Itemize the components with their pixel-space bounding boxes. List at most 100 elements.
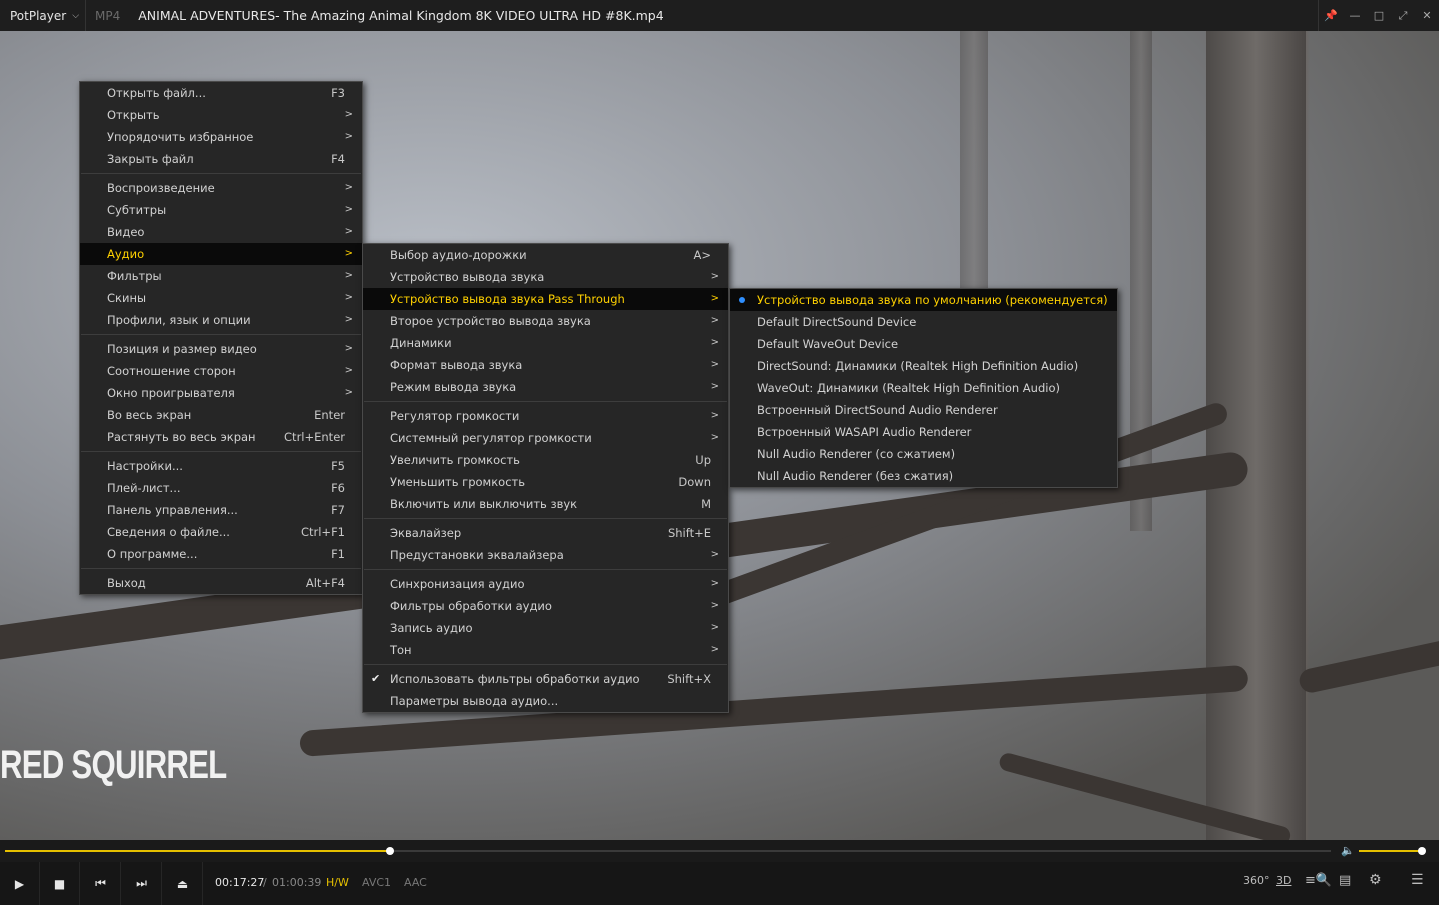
device-menu-item[interactable]: Встроенный DirectSound Audio Renderer [730, 399, 1117, 421]
shortcut-label: F4 [331, 152, 345, 166]
menu-item-label: Запись аудио [390, 621, 473, 635]
playlist-icon[interactable]: ▤ [1339, 873, 1351, 888]
menu-item[interactable]: Устройство вывода звука > [363, 266, 728, 288]
menu-item-label: Субтитры [107, 203, 167, 217]
stop-button[interactable]: ■ [40, 862, 80, 905]
audio-codec-tag[interactable]: AAC [404, 876, 427, 889]
menu-item[interactable]: Тон > [363, 639, 728, 661]
menu-item[interactable]: Во весь экран Enter [80, 404, 362, 426]
submenu-arrow-icon: > [344, 248, 353, 259]
submenu-arrow-icon: > [710, 293, 719, 304]
menu-item[interactable]: Открыть > [80, 104, 362, 126]
menu-item[interactable]: Включить или выключить звук M [363, 493, 728, 515]
menu-item[interactable]: Предустановки эквалайзера > [363, 544, 728, 566]
volume-handle[interactable] [1417, 847, 1426, 855]
menu-item[interactable]: ✔ Использовать фильтры обработки аудио Shi… [363, 668, 728, 690]
menu-item[interactable]: Режим вывода звука > [363, 376, 728, 398]
menu-item[interactable]: Уменьшить громкость Down [363, 471, 728, 493]
pin-icon[interactable]: 📌 [1319, 0, 1343, 31]
device-menu-item[interactable]: Default WaveOut Device [730, 333, 1117, 355]
3d-icon[interactable]: 3D [1276, 874, 1291, 887]
menu-item[interactable]: Позиция и размер видео > [80, 338, 362, 360]
volume-level [1359, 850, 1422, 852]
menu-item[interactable]: Фильтры обработки аудио > [363, 595, 728, 617]
search-icon[interactable]: ≡🔍 [1305, 873, 1332, 888]
volume-slider[interactable] [1359, 847, 1426, 855]
menu-item[interactable]: Открыть файл... F3 [80, 82, 362, 104]
minimize-icon[interactable]: — [1343, 0, 1367, 31]
hw-decoding-tag[interactable]: H/W [326, 876, 349, 889]
menu-item-label: DirectSound: Динамики (Realtek High Defi… [757, 359, 1079, 373]
previous-icon: ⏮ [95, 876, 106, 890]
menu-item-label: Динамики [390, 336, 452, 350]
device-menu-item[interactable]: Устройство вывода звука по умолчанию (ре… [730, 289, 1117, 311]
menu-item-label: Панель управления... [107, 503, 238, 517]
menu-item[interactable]: Соотношение сторон > [80, 360, 362, 382]
menu-item[interactable]: Закрыть файл F4 [80, 148, 362, 170]
device-menu-item[interactable]: WaveOut: Динамики (Realtek High Definiti… [730, 377, 1117, 399]
submenu-arrow-icon: > [710, 600, 719, 611]
next-button[interactable]: ⏭ [122, 862, 162, 905]
menu-item-label: Использовать фильтры обработки аудио [390, 672, 640, 686]
menu-item[interactable]: Сведения о файле... Ctrl+F1 [80, 521, 362, 543]
device-menu-item[interactable]: Встроенный WASAPI Audio Renderer [730, 421, 1117, 443]
eject-button[interactable]: ⏏ [163, 862, 203, 905]
submenu-arrow-icon: > [344, 131, 353, 142]
menu-item-label: Выбор аудио-дорожки [390, 248, 527, 262]
menu-item[interactable]: Второе устройство вывода звука > [363, 310, 728, 332]
menu-item[interactable]: Аудио > [80, 243, 362, 265]
menu-item[interactable]: Системный регулятор громкости > [363, 427, 728, 449]
menu-item[interactable]: Параметры вывода аудио... [363, 690, 728, 712]
menu-item[interactable]: Устройство вывода звука Pass Through > [363, 288, 728, 310]
menu-item[interactable]: Плей-лист... F6 [80, 477, 362, 499]
menu-item[interactable]: Эквалайзер Shift+E [363, 522, 728, 544]
vr-360-icon[interactable]: 360° [1243, 874, 1270, 887]
menu-item-label: Null Audio Renderer (со сжатием) [757, 447, 956, 461]
video-codec-tag[interactable]: AVC1 [362, 876, 391, 889]
menu-item[interactable]: Скины > [80, 287, 362, 309]
device-menu-item[interactable]: Null Audio Renderer (без сжатия) [730, 465, 1117, 487]
fullscreen-icon[interactable]: ⤢ [1391, 0, 1415, 31]
menu-item-label: Устройство вывода звука [390, 270, 545, 284]
close-icon[interactable]: ✕ [1415, 0, 1439, 31]
device-menu-item[interactable]: Default DirectSound Device [730, 311, 1117, 333]
menu-item[interactable]: Воспроизведение > [80, 177, 362, 199]
device-menu-item[interactable]: Null Audio Renderer (со сжатием) [730, 443, 1117, 465]
total-time[interactable]: 01:00:39 [272, 876, 321, 889]
menu-item[interactable]: Профили, язык и опции > [80, 309, 362, 331]
menu-item[interactable]: Запись аудио > [363, 617, 728, 639]
seek-bar[interactable] [5, 847, 1331, 855]
menu-item[interactable]: Выход Alt+F4 [80, 572, 362, 594]
time-separator: / [263, 876, 267, 889]
menu-item[interactable]: Настройки... F5 [80, 455, 362, 477]
submenu-arrow-icon: > [344, 226, 353, 237]
menu-item[interactable]: Увеличить громкость Up [363, 449, 728, 471]
submenu-arrow-icon: > [344, 314, 353, 325]
menu-icon[interactable]: ☰ [1411, 872, 1424, 888]
menu-item[interactable]: Панель управления... F7 [80, 499, 362, 521]
chevron-down-icon: ⌵ [72, 10, 80, 21]
menu-item[interactable]: Видео > [80, 221, 362, 243]
app-name: PotPlayer [10, 8, 67, 23]
app-menu-button[interactable]: PotPlayer ⌵ [0, 0, 86, 31]
menu-item[interactable]: О программе... F1 [80, 543, 362, 565]
volume-icon[interactable]: 🔈 [1341, 844, 1355, 857]
menu-item[interactable]: Упорядочить избранное > [80, 126, 362, 148]
previous-button[interactable]: ⏮ [81, 862, 121, 905]
shortcut-label: Up [695, 453, 711, 467]
menu-item[interactable]: Динамики > [363, 332, 728, 354]
menu-item[interactable]: Синхронизация аудио > [363, 573, 728, 595]
menu-item[interactable]: Регулятор громкости > [363, 405, 728, 427]
menu-item[interactable]: Субтитры > [80, 199, 362, 221]
gear-icon[interactable]: ⚙ [1369, 872, 1382, 888]
menu-item[interactable]: Растянуть во весь экран Ctrl+Enter [80, 426, 362, 448]
menu-item[interactable]: Выбор аудио-дорожки A> [363, 244, 728, 266]
menu-item-label: Окно проигрывателя [107, 386, 235, 400]
play-button[interactable]: ▶ [0, 862, 40, 905]
menu-item[interactable]: Окно проигрывателя > [80, 382, 362, 404]
seek-handle[interactable] [385, 847, 394, 855]
menu-item[interactable]: Формат вывода звука > [363, 354, 728, 376]
device-menu-item[interactable]: DirectSound: Динамики (Realtek High Defi… [730, 355, 1117, 377]
menu-item[interactable]: Фильтры > [80, 265, 362, 287]
maximize-icon[interactable]: □ [1367, 0, 1391, 31]
